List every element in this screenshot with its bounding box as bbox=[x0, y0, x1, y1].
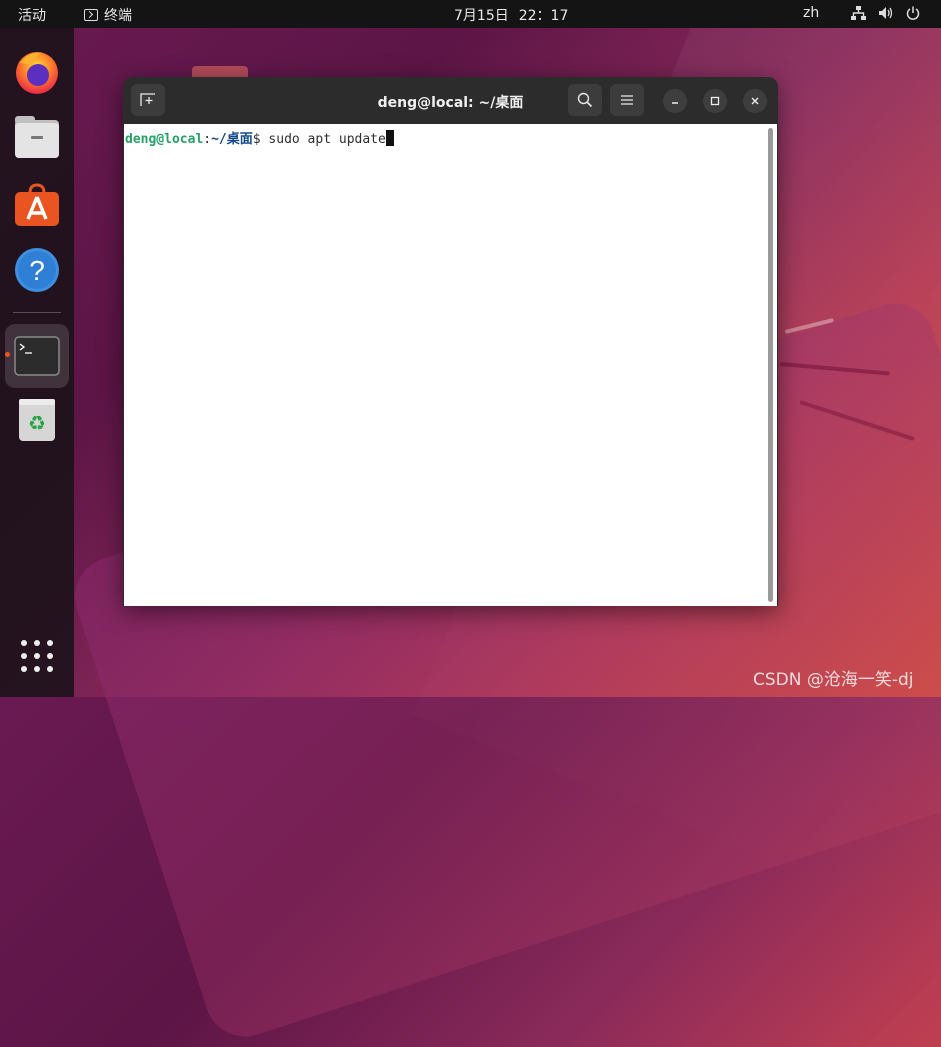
dock-firefox[interactable] bbox=[9, 44, 65, 100]
app-grid-icon bbox=[21, 640, 53, 672]
window-headerbar[interactable]: deng@local: ~/桌面 bbox=[123, 77, 778, 123]
clock-button[interactable]: 7月15日 22：17 bbox=[454, 5, 568, 25]
text-cursor bbox=[385, 130, 394, 146]
dock-trash[interactable]: ♻ bbox=[9, 392, 65, 448]
hamburger-menu-icon bbox=[621, 95, 633, 105]
terminal-content[interactable]: deng@local:~/桌面$ sudo apt update bbox=[124, 124, 777, 606]
system-tray[interactable] bbox=[851, 6, 920, 20]
prompt-symbol: $ bbox=[252, 132, 269, 147]
prompt-user: deng@local bbox=[125, 132, 204, 147]
activities-button[interactable]: 活动 bbox=[18, 5, 46, 25]
maximize-button[interactable] bbox=[703, 89, 727, 113]
terminal-app-icon bbox=[14, 336, 60, 376]
files-icon bbox=[15, 116, 59, 158]
top-bar: 活动 终端 7月15日 22：17 zh bbox=[0, 0, 941, 28]
prompt-colon: : bbox=[203, 132, 212, 147]
watermark: CSDN @沧海一笑-dj bbox=[753, 670, 914, 690]
time-label: 22：17 bbox=[518, 8, 569, 24]
terminal-icon bbox=[84, 9, 98, 21]
search-button[interactable] bbox=[568, 84, 602, 116]
help-icon: ? bbox=[15, 248, 59, 292]
svg-text:♻: ♻ bbox=[28, 411, 46, 435]
dock-software[interactable] bbox=[9, 176, 65, 232]
command-text: sudo apt update bbox=[268, 132, 386, 147]
close-icon bbox=[751, 97, 759, 105]
svg-text:?: ? bbox=[29, 255, 45, 286]
terminal-window: deng@local: ~/桌面 deng@local:~/桌面$ sudo a… bbox=[123, 77, 778, 606]
trash-icon: ♻ bbox=[19, 399, 55, 441]
running-indicator bbox=[5, 352, 10, 357]
maximize-icon bbox=[710, 96, 720, 106]
prompt-path: ~/桌面 bbox=[211, 132, 253, 147]
network-icon bbox=[851, 6, 866, 20]
software-store-icon bbox=[15, 183, 59, 226]
volume-icon bbox=[879, 7, 893, 19]
dock-files[interactable] bbox=[9, 110, 65, 166]
date-label: 7月15日 bbox=[454, 8, 509, 24]
show-apps-button[interactable] bbox=[9, 628, 65, 684]
power-icon bbox=[906, 6, 920, 20]
scrollbar[interactable] bbox=[768, 128, 773, 602]
minimize-icon bbox=[672, 102, 678, 104]
search-icon bbox=[577, 92, 593, 108]
input-method-button[interactable]: zh bbox=[803, 5, 819, 21]
firefox-icon bbox=[16, 52, 58, 94]
dock: ? ♻ bbox=[0, 28, 74, 697]
app-menu-button[interactable]: 终端 bbox=[84, 5, 132, 25]
app-name: 终端 bbox=[104, 8, 132, 24]
terminal-prompt-line: deng@local:~/桌面$ sudo apt update bbox=[125, 128, 394, 147]
dock-separator bbox=[13, 312, 61, 313]
dock-terminal[interactable] bbox=[5, 324, 69, 388]
close-button[interactable] bbox=[743, 89, 767, 113]
minimize-button[interactable] bbox=[663, 89, 687, 113]
dock-help[interactable]: ? bbox=[9, 242, 65, 298]
menu-button[interactable] bbox=[610, 84, 644, 116]
